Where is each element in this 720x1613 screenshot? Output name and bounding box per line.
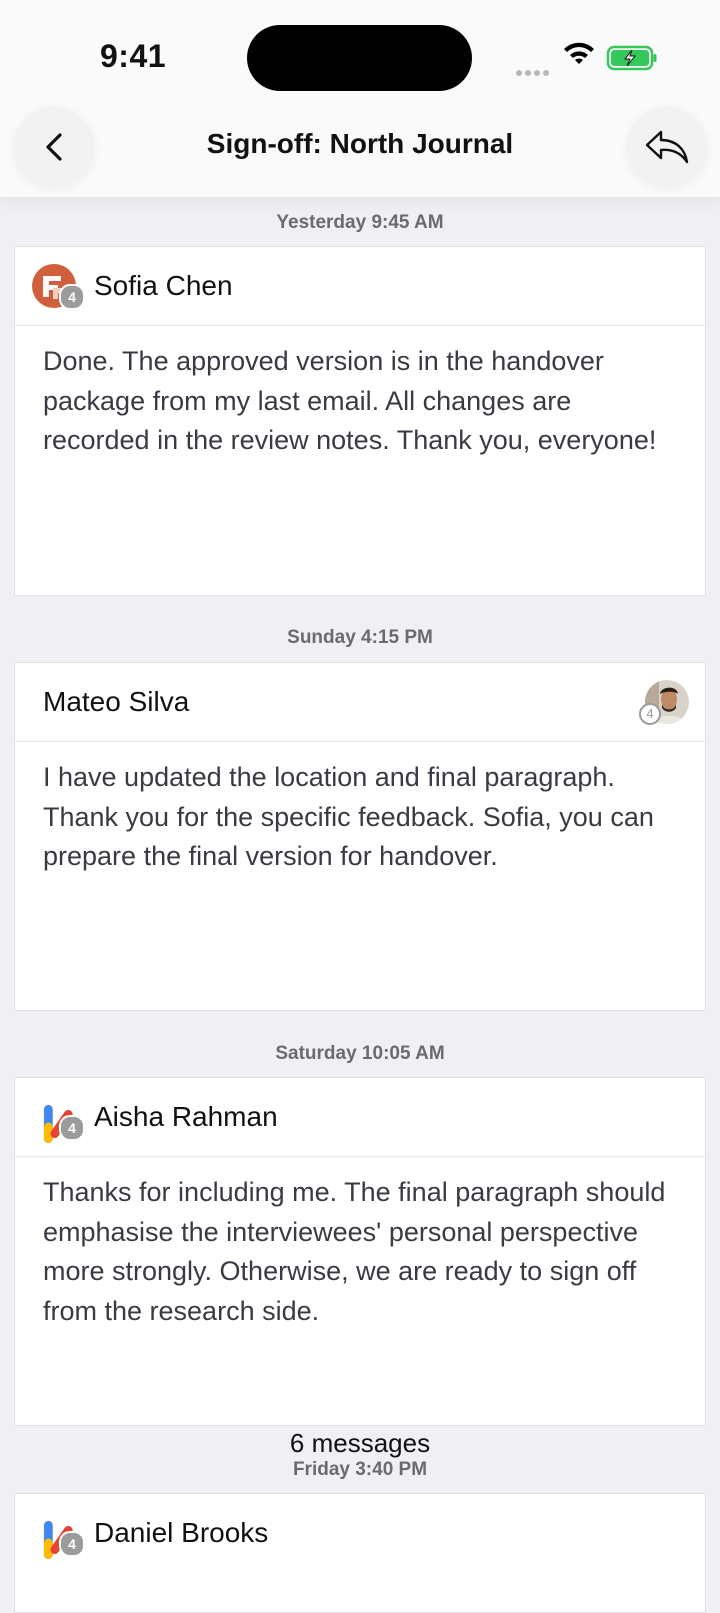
sender-name: Sofia Chen: [94, 270, 233, 301]
page-title: Sign-off: North Journal: [206, 128, 514, 159]
sender-name: Mateo Silva: [43, 686, 190, 717]
message-body: Done. The approved version is in the han…: [43, 346, 657, 455]
message-header: 4 Sofia Chen: [15, 247, 705, 326]
battery-charging-icon: [606, 45, 657, 71]
message-header: 4 Daniel Brooks: [15, 1494, 705, 1572]
nav-bar: Sign-off: North Journal: [0, 100, 720, 197]
reply-button[interactable]: [627, 107, 707, 187]
sender-name: Daniel Brooks: [94, 1517, 269, 1548]
participant-count-badge: 4: [59, 1115, 85, 1141]
reply-icon: [645, 130, 689, 164]
participant-count-badge: 4: [59, 1531, 85, 1557]
message-card[interactable]: 4 Aisha Rahman Thanks for including me. …: [14, 1077, 706, 1426]
message-count: 6 messages: [289, 1428, 431, 1458]
participant-count-badge: 4: [639, 703, 661, 725]
message-body: I have updated the location and final pa…: [43, 762, 654, 871]
message-header: 4 Aisha Rahman: [15, 1078, 705, 1157]
signal-dots-icon: [516, 63, 552, 81]
message-card[interactable]: 4 Daniel Brooks: [14, 1493, 706, 1613]
sender-name: Aisha Rahman: [94, 1101, 278, 1132]
message-card[interactable]: 4 Sofia Chen Done. The approved version …: [14, 246, 706, 596]
message-timestamp: Sunday 4:15 PM: [287, 627, 433, 648]
message-timestamp: Friday 3:40 PM: [292, 1459, 428, 1480]
message-timestamp: Yesterday 9:45 AM: [276, 212, 444, 233]
wifi-icon: [564, 42, 594, 64]
message-header: Mateo Silva 4: [15, 663, 705, 742]
dynamic-island: [247, 25, 472, 91]
participant-count-badge: 4: [59, 284, 85, 310]
message-card[interactable]: Mateo Silva 4 I have updated the locatio…: [14, 662, 706, 1011]
status-bar: 9:41: [0, 0, 720, 110]
status-time: 9:41: [100, 38, 167, 74]
message-body: Thanks for including me. The final parag…: [43, 1177, 666, 1326]
message-timestamp: Saturday 10:05 AM: [275, 1043, 445, 1064]
